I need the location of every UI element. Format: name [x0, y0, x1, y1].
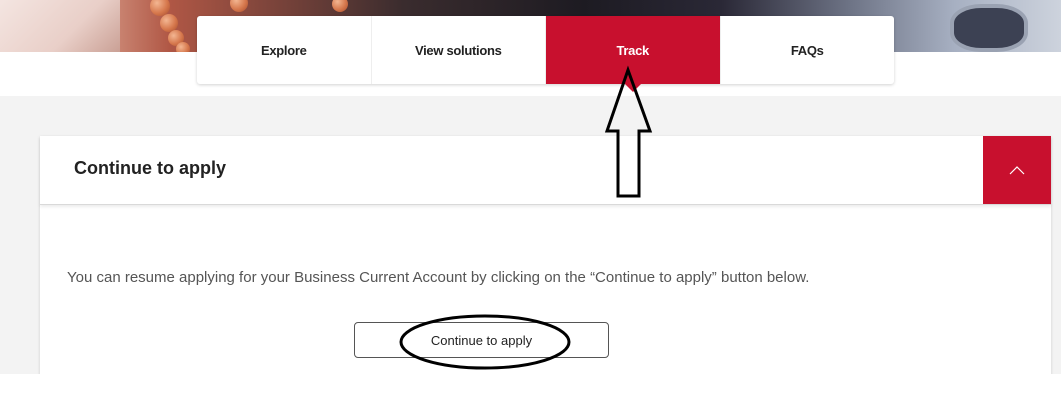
hero-watch — [950, 4, 1028, 52]
accordion-toggle-button[interactable] — [983, 136, 1051, 204]
continue-to-apply-label: Continue to apply — [430, 332, 533, 348]
chevron-up-icon — [1009, 166, 1025, 175]
accordion-header[interactable]: Continue to apply — [40, 136, 1051, 205]
hero-bead — [230, 0, 248, 12]
hero-bead — [176, 42, 190, 52]
tab-explore[interactable]: Explore — [197, 16, 372, 84]
accordion-card: Continue to apply You can resume applyin… — [40, 136, 1051, 386]
accordion-body-text: You can resume applying for your Busines… — [67, 269, 810, 286]
accordion-title: Continue to apply — [74, 158, 226, 178]
tab-bar: Explore View solutions Track FAQs — [197, 16, 894, 84]
hero-bead — [332, 0, 348, 12]
tab-faqs[interactable]: FAQs — [721, 16, 895, 84]
hero-sleeve — [0, 0, 120, 52]
continue-to-apply-button[interactable]: Continue to apply — [354, 322, 609, 358]
page: Explore View solutions Track FAQs Contin… — [0, 0, 1061, 403]
tab-view-solutions[interactable]: View solutions — [372, 16, 546, 84]
bottom-strip — [0, 374, 1061, 403]
tab-track[interactable]: Track — [546, 16, 721, 84]
